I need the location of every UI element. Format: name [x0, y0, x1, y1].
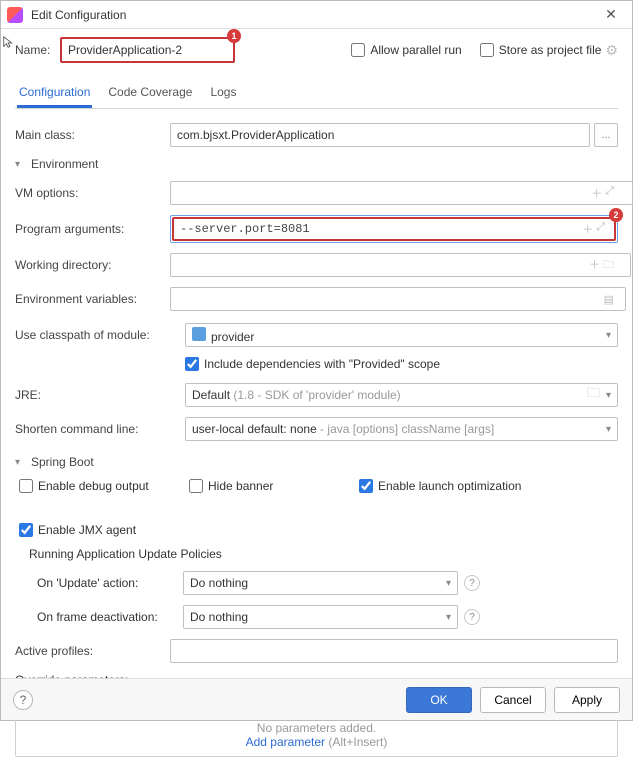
gear-icon[interactable]: ⚙ — [605, 42, 618, 59]
allow-parallel-checkbox[interactable]: Allow parallel run — [351, 43, 461, 57]
shorten-row: Shorten command line: user-local default… — [15, 417, 618, 441]
store-project-checkbox[interactable]: Store as project file — [480, 43, 602, 57]
shorten-label: Shorten command line: — [15, 422, 185, 436]
vm-options-row: VM options: ＋ ⤢ — [15, 181, 618, 205]
chevron-down-icon: ▾ — [15, 457, 25, 468]
environment-section-header[interactable]: ▾ Environment — [15, 157, 618, 171]
spring-boot-section-title: Spring Boot — [31, 455, 94, 469]
cursor-icon — [2, 35, 16, 49]
main-class-label: Main class: — [15, 128, 170, 142]
active-profiles-input[interactable] — [170, 639, 618, 663]
program-arguments-label: Program arguments: — [15, 222, 170, 236]
classpath-select[interactable]: provider ▾ — [185, 323, 618, 347]
on-frame-label: On frame deactivation: — [37, 610, 183, 624]
main-class-row: Main class: ... — [15, 123, 618, 147]
jre-value: Default — [192, 388, 230, 402]
expand-icon[interactable]: ⤢ — [596, 221, 605, 237]
classpath-label: Use classpath of module: — [15, 328, 185, 342]
shorten-select[interactable]: user-local default: none - java [options… — [185, 417, 618, 441]
shorten-value: user-local default: none — [192, 422, 317, 436]
store-project-label: Store as project file — [499, 43, 602, 57]
titlebar: Edit Configuration ✕ — [1, 1, 632, 29]
classpath-row: Use classpath of module: provider ▾ — [15, 323, 618, 347]
name-label: Name: — [15, 43, 60, 57]
help-button[interactable]: ? — [13, 690, 33, 710]
name-input[interactable] — [60, 37, 235, 63]
jre-label: JRE: — [15, 388, 185, 402]
jre-row: JRE: Default (1.8 - SDK of 'provider' mo… — [15, 383, 618, 407]
main-class-input[interactable] — [170, 123, 590, 147]
active-profiles-row: Active profiles: — [15, 639, 618, 663]
update-policies-title: Running Application Update Policies — [15, 547, 618, 561]
enable-debug-checkbox[interactable]: Enable debug output — [19, 479, 159, 493]
tab-code-coverage[interactable]: Code Coverage — [106, 81, 194, 108]
environment-section-title: Environment — [31, 157, 98, 171]
on-frame-select[interactable]: Do nothing ▾ — [183, 605, 458, 629]
on-update-select[interactable]: Do nothing ▾ — [183, 571, 458, 595]
chevron-down-icon: ▾ — [446, 612, 451, 623]
on-frame-value: Do nothing — [190, 610, 248, 624]
env-vars-input[interactable] — [170, 287, 626, 311]
badge-2: 2 — [609, 208, 623, 222]
cancel-button[interactable]: Cancel — [480, 687, 546, 713]
on-frame-row: On frame deactivation: Do nothing ▾ ? — [15, 605, 618, 629]
jre-select[interactable]: Default (1.8 - SDK of 'provider' module)… — [185, 383, 618, 407]
close-icon[interactable]: ✕ — [596, 6, 626, 23]
app-icon — [7, 7, 23, 23]
vm-options-input[interactable] — [170, 181, 633, 205]
env-vars-row: Environment variables: ▤ — [15, 287, 618, 311]
name-row: Name: 1 Allow parallel run Store as proj… — [15, 37, 618, 63]
program-arguments-input[interactable] — [172, 217, 616, 241]
on-update-value: Do nothing — [190, 576, 248, 590]
help-icon[interactable]: ? — [464, 575, 480, 591]
tab-configuration[interactable]: Configuration — [17, 81, 92, 108]
allow-parallel-label: Allow parallel run — [370, 43, 461, 57]
spring-boot-section-header[interactable]: ▾ Spring Boot — [15, 455, 618, 469]
chevron-down-icon: ▾ — [606, 330, 611, 341]
table-empty-text: No parameters added. — [257, 721, 376, 735]
active-profiles-label: Active profiles: — [15, 644, 170, 658]
working-directory-row: Working directory: ＋ 🗀 — [15, 253, 618, 277]
spring-boot-options: Enable debug output Hide banner Enable l… — [19, 479, 618, 537]
table-body: No parameters added. Add parameter (Alt+… — [16, 714, 617, 756]
add-parameter-link[interactable]: Add parameter (Alt+Insert) — [246, 735, 388, 749]
window-title: Edit Configuration — [31, 8, 596, 22]
program-arguments-row: Program arguments: 2 ＋ ⤢ — [15, 215, 618, 243]
shorten-value-detail: - java [options] className [args] — [317, 422, 494, 436]
main-class-browse-button[interactable]: ... — [594, 123, 618, 147]
plus-icon[interactable]: ＋ — [582, 221, 593, 237]
enable-jmx-checkbox[interactable]: Enable JMX agent — [19, 523, 159, 537]
tabs: Configuration Code Coverage Logs — [15, 81, 618, 109]
apply-button[interactable]: Apply — [554, 687, 620, 713]
chevron-down-icon: ▾ — [606, 390, 611, 401]
chevron-down-icon: ▾ — [15, 159, 25, 170]
working-directory-label: Working directory: — [15, 258, 170, 272]
module-icon — [192, 327, 206, 341]
tab-logs[interactable]: Logs — [208, 81, 238, 108]
badge-1: 1 — [227, 29, 241, 43]
on-update-label: On 'Update' action: — [37, 576, 183, 590]
jre-value-detail: (1.8 - SDK of 'provider' module) — [230, 388, 401, 402]
include-provided-row: Include dependencies with "Provided" sco… — [15, 357, 618, 371]
hide-banner-checkbox[interactable]: Hide banner — [189, 479, 329, 493]
include-provided-checkbox[interactable]: Include dependencies with "Provided" sco… — [185, 357, 440, 371]
dialog-footer: ? OK Cancel Apply — [1, 678, 632, 720]
chevron-down-icon: ▾ — [446, 578, 451, 589]
vm-options-label: VM options: — [15, 186, 170, 200]
help-icon[interactable]: ? — [464, 609, 480, 625]
folder-icon[interactable]: 🗀 — [587, 384, 600, 406]
classpath-value: provider — [211, 330, 254, 344]
include-provided-label: Include dependencies with "Provided" sco… — [204, 357, 440, 371]
enable-launch-opt-checkbox[interactable]: Enable launch optimization — [359, 479, 521, 493]
on-update-row: On 'Update' action: Do nothing ▾ ? — [15, 571, 618, 595]
env-vars-label: Environment variables: — [15, 292, 170, 306]
working-directory-input[interactable] — [170, 253, 631, 277]
chevron-down-icon: ▾ — [606, 424, 611, 435]
ok-button[interactable]: OK — [406, 687, 472, 713]
